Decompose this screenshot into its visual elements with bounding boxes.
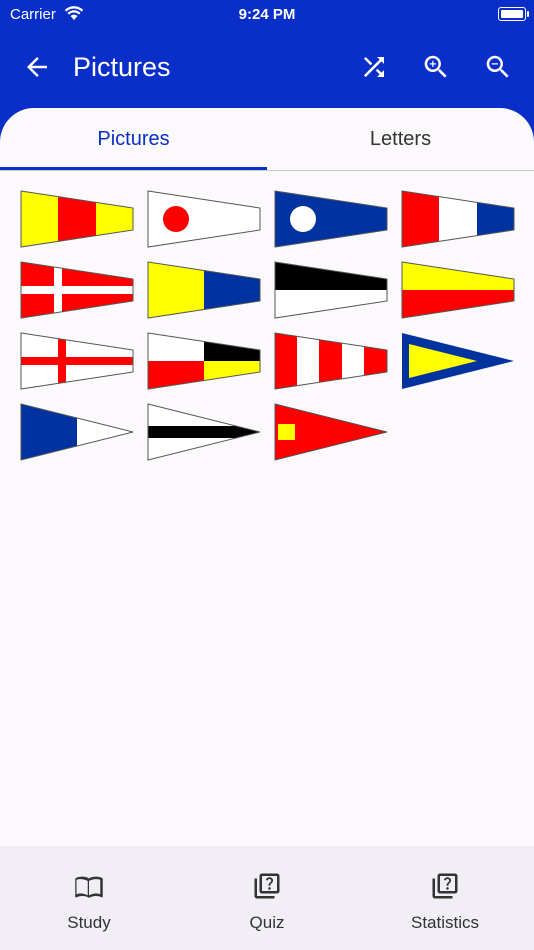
flag-pennant-5[interactable] — [20, 261, 134, 319]
book-icon — [75, 876, 103, 898]
page-title: Pictures — [73, 52, 171, 82]
flag-code-pennant[interactable] — [274, 403, 388, 461]
flag-substitute-2[interactable] — [401, 332, 515, 390]
shuffle-icon[interactable] — [359, 52, 389, 82]
flag-pennant-0[interactable] — [147, 332, 261, 390]
status-time: 9:24 PM — [238, 6, 296, 23]
zoom-out-icon[interactable] — [483, 52, 513, 82]
back-arrow-icon[interactable] — [22, 52, 52, 82]
nav-statistics-label: Statistics — [410, 913, 480, 932]
nav-quiz-label: Quiz — [249, 913, 285, 932]
nav-study-label: Study — [67, 913, 111, 932]
tab-bar: Pictures Letters — [0, 108, 534, 172]
tab-divider — [0, 170, 534, 171]
flag-pennant-9[interactable] — [20, 332, 134, 390]
flag-pennant-2[interactable] — [147, 190, 261, 248]
tab-pictures[interactable]: Pictures — [0, 128, 267, 151]
statistics-icon — [432, 873, 458, 899]
flag-pennant-6[interactable] — [147, 261, 261, 319]
bottom-navigation: Study Quiz Statistics — [0, 846, 534, 950]
nav-quiz[interactable]: Quiz — [178, 846, 356, 950]
flag-substitute-3[interactable] — [20, 403, 134, 461]
battery-icon — [498, 7, 529, 21]
status-bar: Carrier 9:24 PM — [0, 0, 534, 28]
zoom-in-icon[interactable] — [421, 52, 451, 82]
flag-pennant-7[interactable] — [274, 261, 388, 319]
flag-pennant-1[interactable] — [20, 190, 134, 248]
quiz-icon — [254, 873, 280, 899]
flag-pennant-3[interactable] — [274, 190, 388, 248]
flag-pennant-answer[interactable] — [147, 403, 261, 461]
nav-statistics[interactable]: Statistics — [356, 846, 534, 950]
flag-pennant-4[interactable] — [401, 190, 515, 248]
flag-pennant-8[interactable] — [401, 261, 515, 319]
nav-study[interactable]: Study — [0, 846, 178, 950]
tab-letters[interactable]: Letters — [267, 128, 534, 151]
app-bar: Pictures — [0, 30, 534, 106]
flag-substitute-1[interactable] — [274, 332, 388, 390]
